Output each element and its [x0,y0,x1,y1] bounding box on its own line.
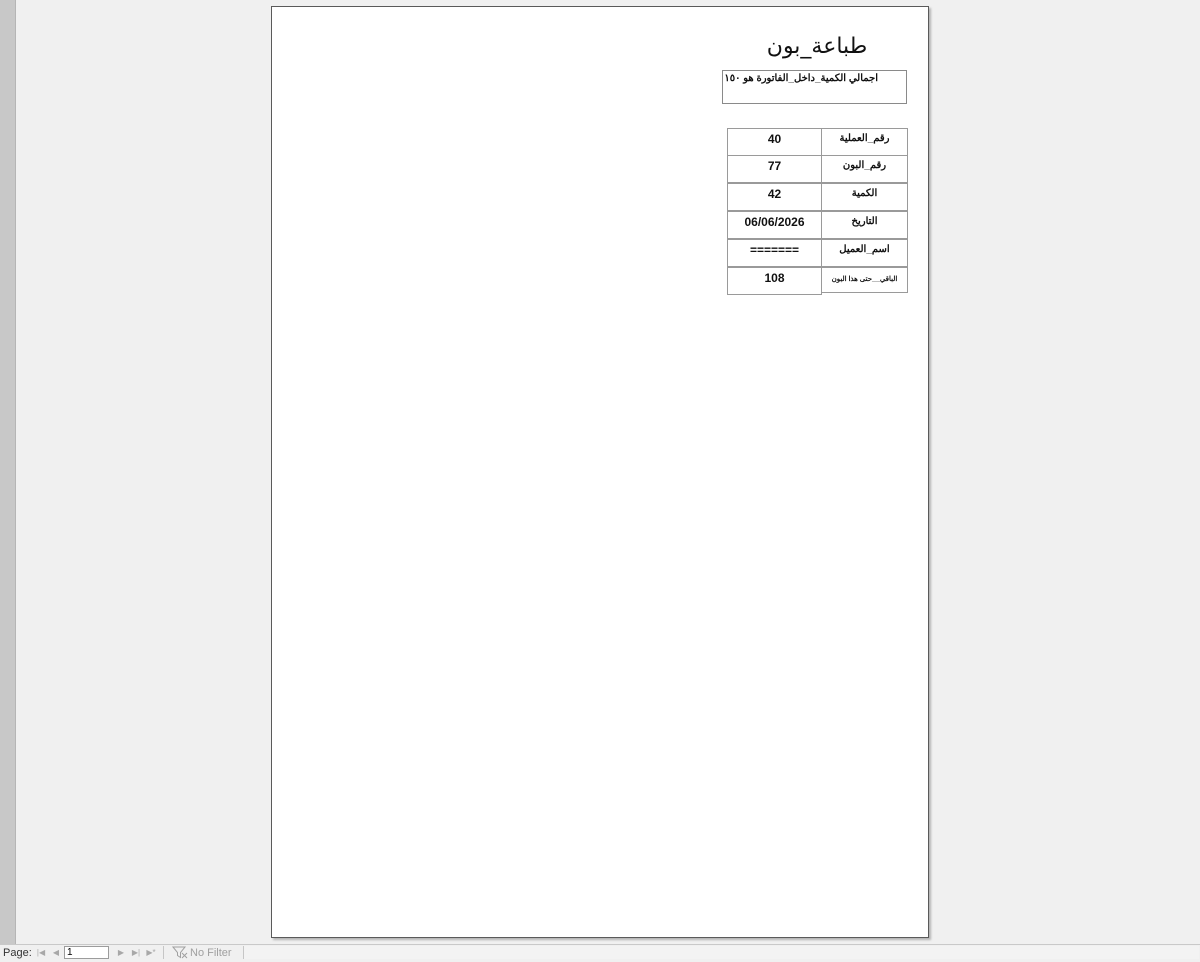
horizontal-scrollbar[interactable] [243,946,1199,959]
remaining-label: الباقي__حتى هذا البون [822,267,908,293]
operation-number-value: 40 [727,128,822,156]
remaining-value: 108 [727,267,822,295]
page-number-input[interactable]: 1 [64,946,109,959]
voucher-number-value: 77 [727,155,822,183]
last-record-icon[interactable]: ▶| [131,946,141,959]
date-label: التاريخ [822,211,908,239]
quantity-value: 42 [727,183,822,211]
divider [163,946,164,959]
total-quantity-box: اجمالي الكمية_داخل_الفاتورة هو ١٥٠ [722,70,907,104]
new-record-icon[interactable]: ▶* [146,946,156,959]
voucher-number-label: رقم_البون [822,155,908,183]
previous-record-icon[interactable]: ◀ [51,946,61,959]
operation-number-label: رقم_العملية [822,128,908,156]
record-navigation-bar: Page: |◀ ◀ 1 ▶ ▶| ▶* No Filter [0,944,1200,960]
date-value: 06/06/2026 [727,211,822,239]
page-label: Page: [3,947,32,959]
detail-row: 77 رقم_البون [727,155,908,184]
customer-name-label: اسم_العميل [822,239,908,267]
first-record-icon[interactable]: |◀ [36,946,46,959]
report-title: طباعة_بون [766,34,868,59]
detail-row: 06/06/2026 التاريخ [727,211,908,240]
quantity-label: الكمية [822,183,908,211]
left-navigation-rail [0,0,16,944]
print-preview-area: طباعة_بون اجمالي الكمية_داخل_الفاتورة هو… [16,0,1200,944]
filter-icon[interactable] [171,946,188,959]
customer-name-value: ======= [727,239,822,267]
detail-row: 40 رقم_العملية [727,128,908,156]
detail-row: 108 الباقي__حتى هذا البون [727,267,908,296]
report-page: طباعة_بون اجمالي الكمية_داخل_الفاتورة هو… [271,6,929,938]
voucher-details-table: 40 رقم_العملية 77 رقم_البون 42 الكمية 06… [727,128,908,296]
detail-row: ======= اسم_العميل [727,239,908,268]
next-record-icon[interactable]: ▶ [116,946,126,959]
detail-row: 42 الكمية [727,183,908,212]
filter-status-label[interactable]: No Filter [190,947,232,959]
total-quantity-text: اجمالي الكمية_داخل_الفاتورة هو ١٥٠ [724,73,878,84]
